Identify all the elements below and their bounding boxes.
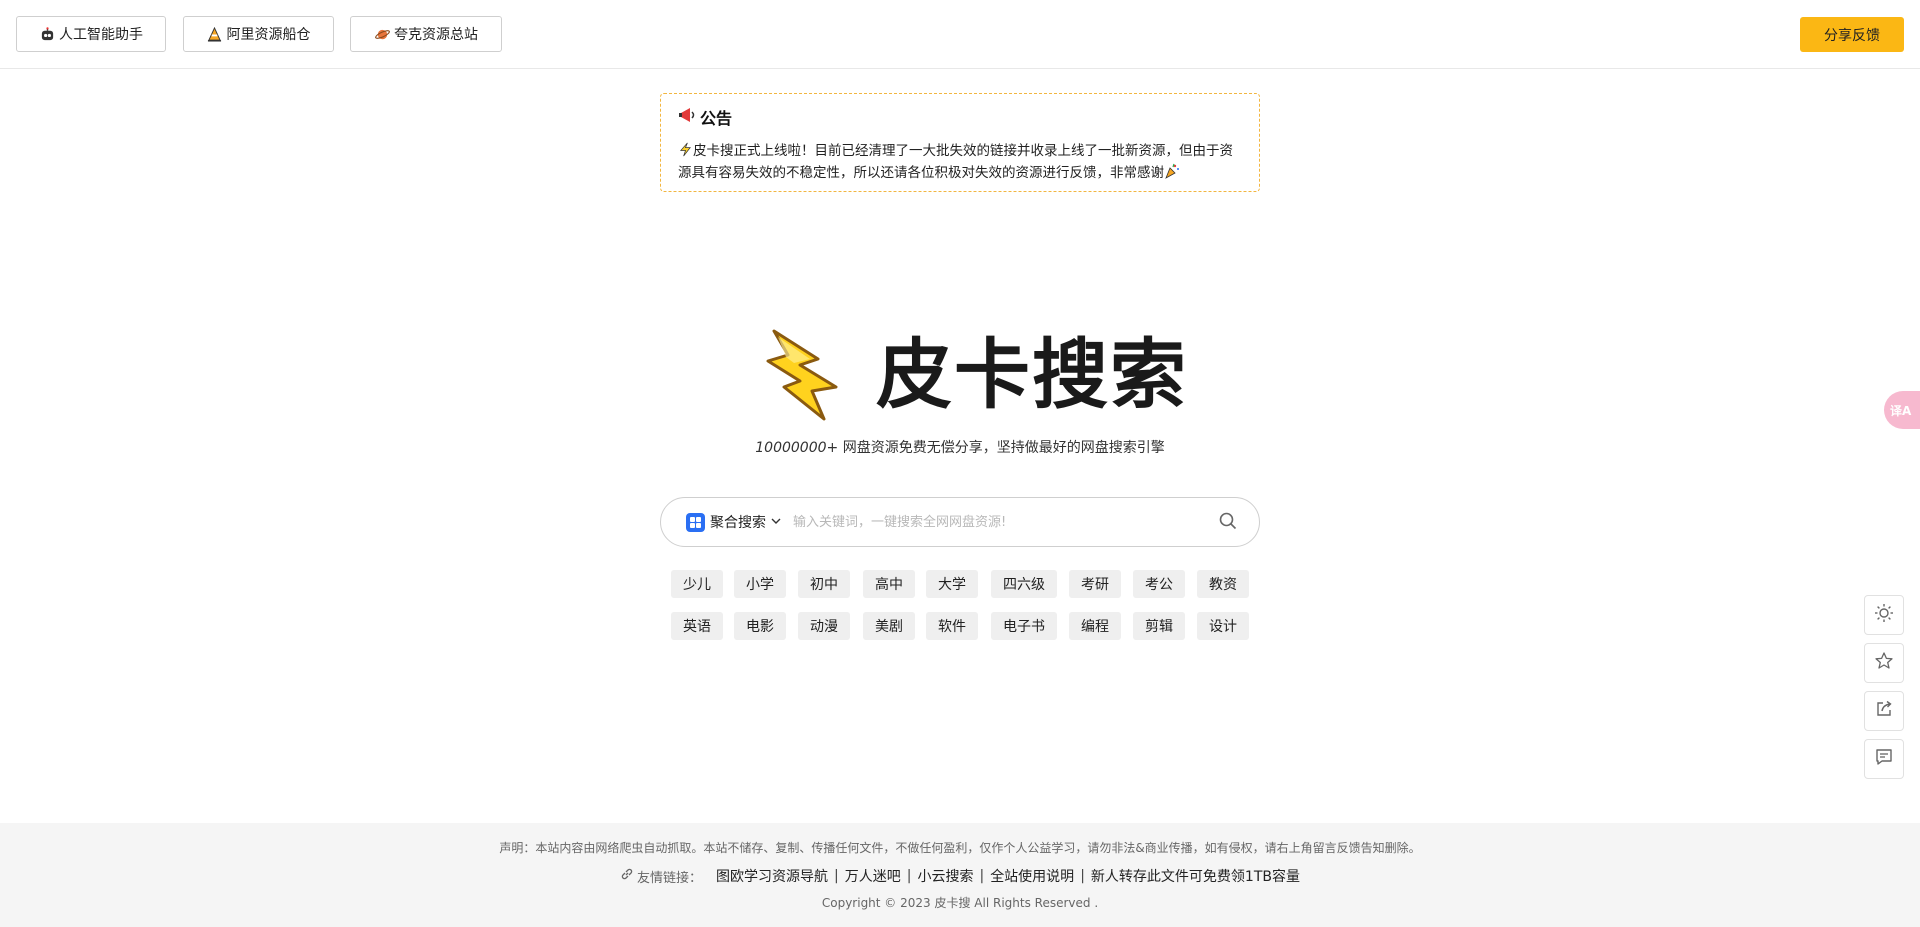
nav-ali-resource-button[interactable]: 阿里资源船仓 xyxy=(183,16,334,52)
translate-button[interactable]: 译A xyxy=(1884,391,1920,429)
announcement-title: 公告 xyxy=(678,106,1242,128)
search-icon[interactable] xyxy=(1219,512,1239,532)
tagline-text: 网盘资源免费无偿分享，坚持做最好的网盘搜索引擎 xyxy=(838,440,1165,456)
favorite-button[interactable] xyxy=(1864,643,1904,683)
announcement-title-text: 公告 xyxy=(700,109,733,128)
announcement-text: 皮卡搜正式上线啦！目前已经清理了一大批失效的链接并收录上线了一批新资源，但由于资… xyxy=(678,143,1233,181)
nav-quark-resource-label: 夸克资源总站 xyxy=(394,27,478,43)
tag-button[interactable]: 电影 xyxy=(734,612,786,640)
tag-button[interactable]: 少儿 xyxy=(671,570,723,598)
tag-button[interactable]: 动漫 xyxy=(798,612,850,640)
grid-apps-icon xyxy=(686,512,705,532)
friend-link[interactable]: 小云搜索 xyxy=(917,866,973,886)
sun-icon xyxy=(1874,603,1894,627)
site-logo: 皮卡搜索 xyxy=(760,325,1186,425)
friend-links-label-text: 友情链接： xyxy=(637,870,703,886)
tag-button[interactable]: 初中 xyxy=(798,570,850,598)
friend-link[interactable]: 图欧学习资源导航 xyxy=(716,866,828,886)
search-bar: 聚合搜索 xyxy=(660,497,1260,547)
tag-button[interactable]: 教资 xyxy=(1197,570,1249,598)
star-icon xyxy=(1874,651,1894,675)
translate-label: 译A xyxy=(1890,403,1912,418)
link-icon xyxy=(620,867,634,885)
comment-button[interactable] xyxy=(1864,739,1904,779)
tag-button[interactable]: 大学 xyxy=(926,570,978,598)
tag-button[interactable]: 考研 xyxy=(1069,570,1121,598)
search-mode-label: 聚合搜索 xyxy=(710,515,766,531)
lightning-bolt-icon xyxy=(766,329,838,421)
announcement-body: 皮卡搜正式上线啦！目前已经清理了一大批失效的链接并收录上线了一批新资源，但由于资… xyxy=(678,142,1242,185)
friend-links: 友情链接： 图欧学习资源导航 | 万人迷吧 | 小云搜索 | 全站使用说明 | … xyxy=(0,866,1920,886)
share-button[interactable] xyxy=(1864,691,1904,731)
announcement-box: 公告 皮卡搜正式上线啦！目前已经清理了一大批失效的链接并收录上线了一批新资源，但… xyxy=(660,93,1260,192)
link-separator: | xyxy=(979,868,985,884)
planet-icon xyxy=(374,26,390,42)
top-bar: 人工智能助手 阿里资源船仓 夸克资源总站 分享反馈 xyxy=(0,0,1920,69)
party-popper-icon xyxy=(1164,163,1180,185)
tag-button[interactable]: 编程 xyxy=(1069,612,1121,640)
tag-button[interactable]: 剪辑 xyxy=(1133,612,1185,640)
search-mode-dropdown[interactable]: 聚合搜索 xyxy=(686,512,781,532)
nav-ai-assistant-label: 人工智能助手 xyxy=(59,27,143,43)
nav-quark-resource-button[interactable]: 夸克资源总站 xyxy=(350,16,502,52)
tagline-count: 10000000+ xyxy=(755,440,839,456)
link-separator: | xyxy=(1080,868,1085,884)
lightning-icon xyxy=(678,142,693,163)
tag-button[interactable]: 考公 xyxy=(1133,570,1185,598)
nav-ai-assistant-button[interactable]: 人工智能助手 xyxy=(16,16,166,52)
tag-button[interactable]: 高中 xyxy=(863,570,915,598)
footer: 声明：本站内容由网络爬虫自动抓取。本站不储存、复制、传播任何文件，不做任何盈利，… xyxy=(0,823,1920,927)
theme-toggle-button[interactable] xyxy=(1864,595,1904,635)
tag-button[interactable]: 设计 xyxy=(1197,612,1249,640)
tag-button[interactable]: 美剧 xyxy=(863,612,915,640)
nav-ali-resource-label: 阿里资源船仓 xyxy=(226,27,311,43)
comment-icon xyxy=(1875,748,1893,770)
share-icon xyxy=(1875,700,1893,722)
warning-cone-icon xyxy=(207,26,223,42)
chevron-down-icon xyxy=(771,514,781,530)
link-separator: | xyxy=(906,868,912,884)
tag-button[interactable]: 小学 xyxy=(734,570,786,598)
tag-button[interactable]: 英语 xyxy=(671,612,723,640)
friend-link[interactable]: 新人转存此文件可免费领1TB容量 xyxy=(1091,866,1300,886)
link-separator: | xyxy=(834,868,839,884)
tagline: 10000000+ 网盘资源免费无偿分享，坚持做最好的网盘搜索引擎 xyxy=(0,437,1920,457)
copyright-text: Copyright © 2023 皮卡搜 All Rights Reserved… xyxy=(821,896,1099,910)
disclaimer-text: 声明：本站内容由网络爬虫自动抓取。本站不储存、复制、传播任何文件，不做任何盈利，… xyxy=(499,841,1421,855)
friend-link[interactable]: 万人迷吧 xyxy=(845,866,901,886)
search-input[interactable] xyxy=(793,507,1193,537)
tag-button[interactable]: 四六级 xyxy=(991,570,1057,598)
share-feedback-button[interactable]: 分享反馈 xyxy=(1800,17,1904,52)
site-name: 皮卡搜索 xyxy=(876,330,1188,419)
tag-button[interactable]: 电子书 xyxy=(991,612,1057,640)
tag-button[interactable]: 软件 xyxy=(926,612,978,640)
friend-links-label: 友情链接： xyxy=(620,867,702,886)
megaphone-icon xyxy=(678,106,698,128)
robot-icon xyxy=(39,26,55,42)
friend-link[interactable]: 全站使用说明 xyxy=(990,866,1074,886)
